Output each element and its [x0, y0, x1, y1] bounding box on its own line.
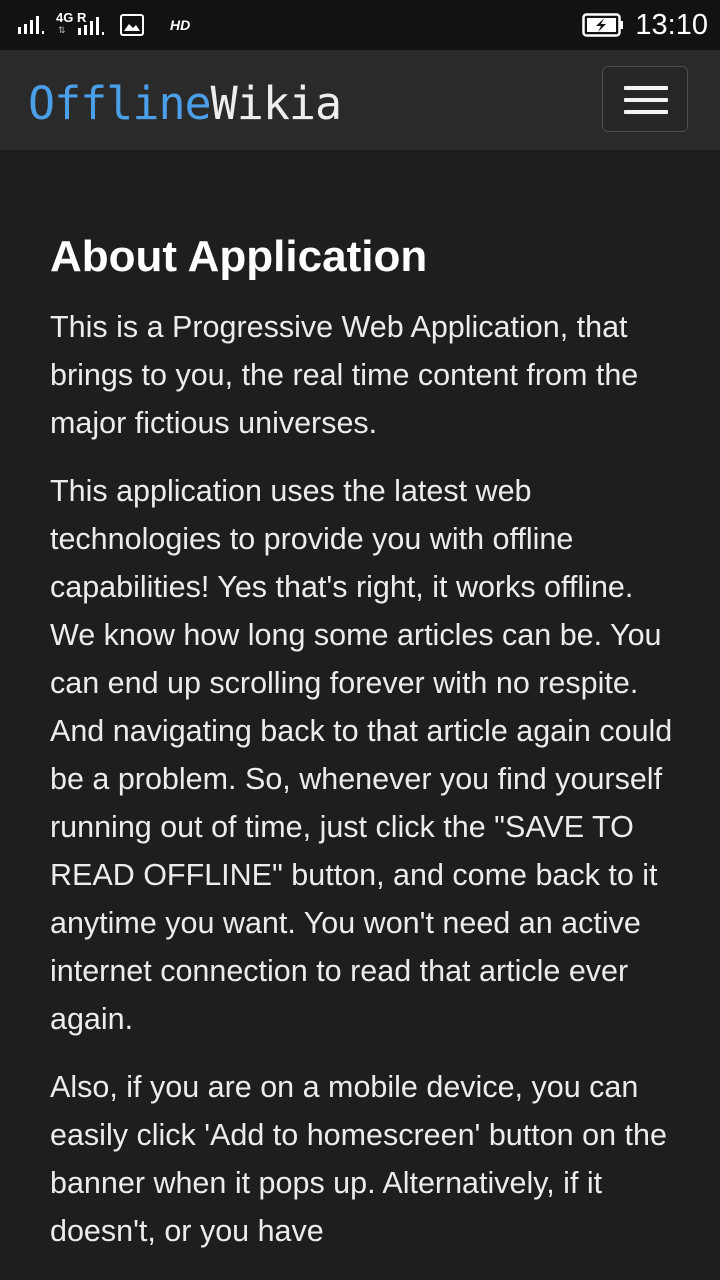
- hamburger-menu-icon: [624, 86, 668, 114]
- page-title: About Application: [50, 232, 428, 281]
- main-content: About Application This is a Progressive …: [50, 228, 675, 1275]
- paragraph-offline: This application uses the latest web tec…: [50, 474, 673, 1036]
- screen: 4G R ⇅ HD 13:10 OfflineWikia About Appli…: [0, 0, 720, 1280]
- menu-toggle-button[interactable]: [602, 66, 688, 132]
- signal-icon: [18, 16, 44, 34]
- navbar: OfflineWikia: [0, 50, 720, 150]
- status-left-group: 4G R ⇅ HD: [16, 10, 190, 40]
- image-icon: [120, 14, 144, 36]
- status-bar: 4G R ⇅ HD 13:10: [0, 0, 720, 50]
- network-indicator: 4G R ⇅: [56, 10, 112, 40]
- signal-icon: [78, 17, 104, 35]
- brand-wikia-text: Wikia: [210, 77, 342, 130]
- data-arrows-icon: ⇅: [58, 25, 66, 35]
- paragraph-intro: This is a Progressive Web Application, t…: [50, 310, 639, 440]
- hd-label: HD: [170, 17, 191, 33]
- battery-charging-icon: [582, 13, 623, 37]
- brand-logo[interactable]: OfflineWikia: [28, 76, 342, 132]
- paragraph-homescreen: Also, if you are on a mobile device, you…: [50, 1070, 667, 1248]
- brand-offline-text: Offline: [28, 77, 212, 130]
- status-time: 13:10: [635, 9, 708, 41]
